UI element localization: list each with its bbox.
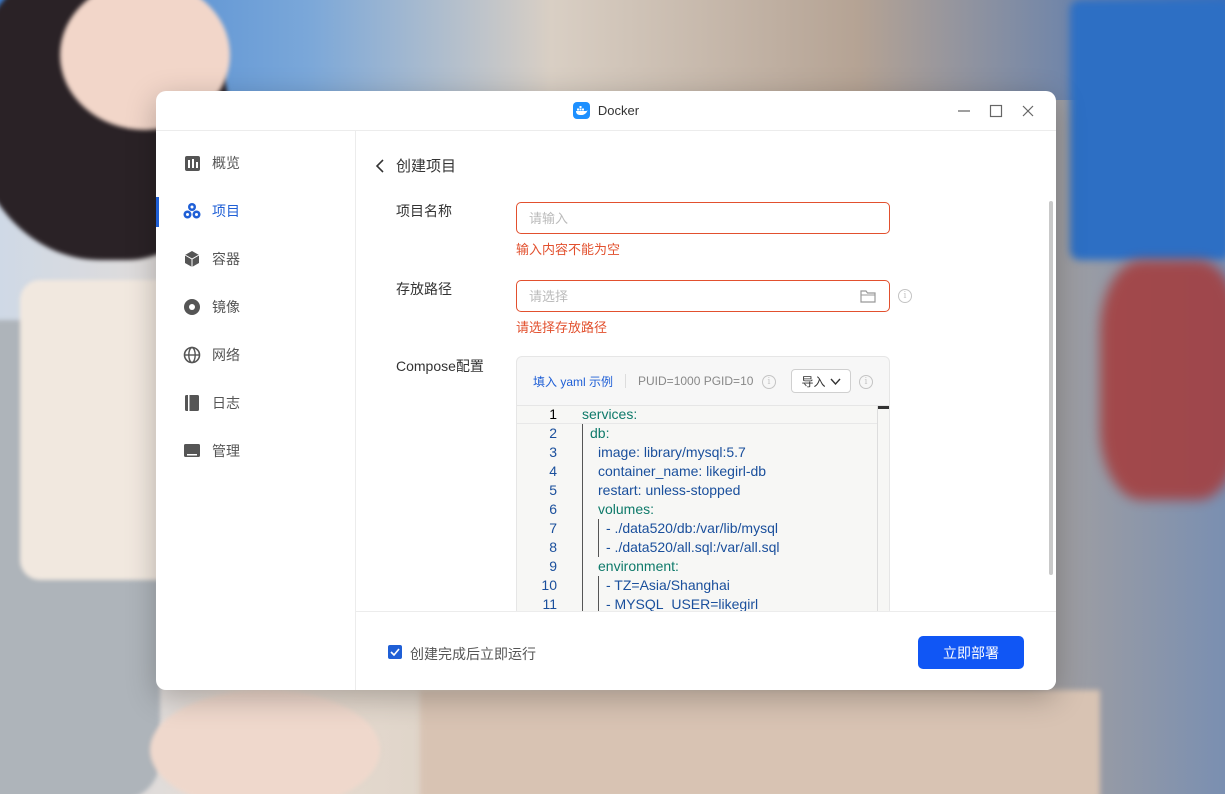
code-line: image: library/mysql:5.7 — [598, 444, 746, 460]
line-number: 2 — [549, 425, 557, 441]
fill-yaml-example-link[interactable]: 填入 yaml 示例 — [533, 373, 613, 390]
info-icon[interactable]: i — [762, 375, 776, 389]
toolbar-divider — [625, 374, 627, 388]
code-line: container_name: likegirl-db — [598, 463, 767, 479]
line-number: 6 — [549, 501, 557, 517]
title-bar: Docker — [156, 91, 1056, 131]
line-number: 11 — [542, 596, 557, 612]
storage-path-error: 请选择存放路径 — [516, 320, 608, 335]
code-line: - ./data520/all.sql:/var/all.sql — [606, 539, 780, 555]
import-label: 导入 — [801, 374, 826, 389]
line-number-gutter: 1 2 3 4 5 6 7 8 9 10 11 — [517, 406, 563, 615]
docker-logo-icon — [572, 102, 590, 119]
maximize-icon[interactable] — [986, 101, 1006, 121]
code-line: db: — [590, 425, 610, 441]
editor-scrollbar[interactable] — [877, 406, 889, 615]
sidebar-item-label: 容器 — [212, 251, 240, 267]
docker-window: Docker 概览 项目 容器 镜像 网络 日志 管理 创建项目 项目名称 请输… — [156, 91, 1056, 690]
minimize-icon[interactable] — [954, 101, 974, 121]
code-line: - ./data520/db:/var/lib/mysql — [606, 520, 778, 536]
page-title: 创建项目 — [396, 158, 457, 175]
sidebar-item-container[interactable]: 容器 — [156, 241, 355, 277]
line-number: 5 — [549, 482, 557, 498]
sidebar: 概览 项目 容器 镜像 网络 日志 管理 — [156, 131, 356, 690]
footer-bar: 创建完成后立即运行 立即部署 — [356, 611, 1056, 690]
project-name-label: 项目名称 — [396, 203, 452, 219]
info-icon[interactable]: i — [859, 375, 873, 389]
import-dropdown-button[interactable]: 导入 — [791, 369, 851, 393]
main-content: 创建项目 项目名称 输入内容不能为空 存放路径 i 请选择存放路径 Compos… — [356, 131, 1056, 616]
storage-path-label: 存放路径 — [396, 281, 452, 297]
network-icon — [183, 346, 201, 364]
container-icon — [183, 250, 201, 268]
code-line: - MYSQL_USER=likegirl — [606, 596, 759, 612]
compose-editor-panel: 填入 yaml 示例 PUID=1000 PGID=10 i 导入 i 1 2 … — [516, 356, 890, 616]
current-line-highlight — [517, 406, 877, 424]
sidebar-item-label: 日志 — [212, 395, 240, 411]
sidebar-item-network[interactable]: 网络 — [156, 337, 355, 373]
line-number: 10 — [541, 577, 557, 593]
code-line: volumes: — [598, 501, 655, 517]
sidebar-item-label: 项目 — [212, 203, 240, 219]
sidebar-item-label: 管理 — [212, 443, 240, 459]
compose-label: Compose配置 — [396, 358, 484, 374]
env-hint: PUID=1000 PGID=10 — [638, 374, 754, 388]
run-after-create-checkbox[interactable] — [388, 645, 402, 659]
indent-guide — [582, 424, 583, 615]
page-header: 创建项目 — [370, 155, 456, 176]
folder-icon[interactable] — [859, 287, 877, 305]
sidebar-item-log[interactable]: 日志 — [156, 385, 355, 421]
overview-icon — [183, 154, 201, 172]
sidebar-item-overview[interactable]: 概览 — [156, 145, 355, 181]
close-icon[interactable] — [1018, 101, 1038, 121]
compose-toolbar: 填入 yaml 示例 PUID=1000 PGID=10 i 导入 i — [517, 357, 889, 405]
manage-icon — [183, 442, 201, 460]
project-name-error: 输入内容不能为空 — [516, 242, 621, 257]
sidebar-item-label: 网络 — [212, 347, 240, 363]
sidebar-item-project[interactable]: 项目 — [156, 193, 355, 229]
code-editor[interactable]: 1 2 3 4 5 6 7 8 9 10 11 services: db: im… — [517, 405, 889, 615]
project-name-input[interactable] — [516, 202, 890, 234]
indent-guide — [598, 576, 599, 615]
line-number: 8 — [549, 539, 557, 555]
code-line: - TZ=Asia/Shanghai — [606, 577, 730, 593]
code-line: environment: — [598, 558, 679, 574]
storage-path-input[interactable] — [516, 280, 890, 312]
deploy-button[interactable]: 立即部署 — [918, 636, 1024, 669]
line-number: 7 — [549, 520, 557, 536]
sidebar-item-label: 概览 — [212, 155, 240, 171]
project-icon — [183, 202, 201, 220]
page-scrollbar[interactable] — [1049, 201, 1053, 575]
line-number: 9 — [549, 558, 557, 574]
image-icon — [183, 298, 201, 316]
indent-guide — [598, 519, 599, 557]
sidebar-item-image[interactable]: 镜像 — [156, 289, 355, 325]
back-chevron-icon[interactable] — [370, 156, 390, 176]
run-after-create-label[interactable]: 创建完成后立即运行 — [410, 644, 536, 664]
chevron-down-icon — [829, 378, 841, 385]
log-icon — [183, 394, 201, 412]
code-line: services: — [582, 406, 638, 422]
editor-scroll-thumb[interactable] — [878, 406, 889, 409]
line-number: 4 — [549, 463, 557, 479]
code-line: restart: unless-stopped — [598, 482, 741, 498]
line-number: 1 — [549, 406, 557, 422]
sidebar-item-label: 镜像 — [212, 299, 240, 315]
line-number: 3 — [549, 444, 557, 460]
info-icon[interactable]: i — [898, 289, 912, 303]
sidebar-item-manage[interactable]: 管理 — [156, 433, 355, 469]
window-title: Docker — [597, 103, 640, 118]
